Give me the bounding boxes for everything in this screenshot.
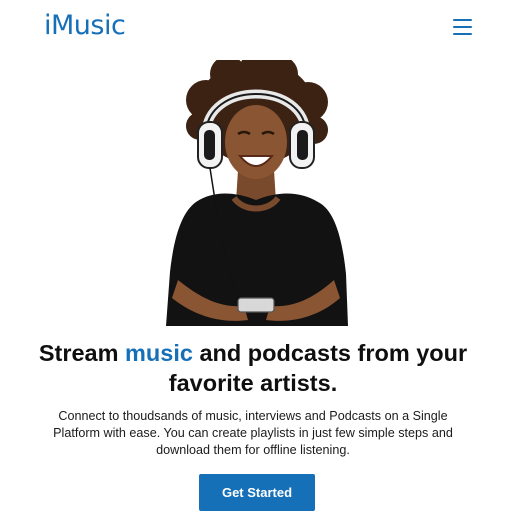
hero-description: Connect to thoudsands of music, intervie… [53,409,453,457]
logo[interactable]: iMusic [44,10,126,41]
headline-text-start: Stream [38,340,126,366]
hero-headline: Stream music and podcasts from your favo… [0,338,506,398]
landing-page: iMusic Stream music and podcasts from yo… [0,0,506,517]
hamburger-menu-icon[interactable] [453,18,474,36]
get-started-button[interactable]: Get Started [199,474,315,511]
header: iMusic [0,0,506,56]
headline-text-end: and podcasts from your favorite artists. [168,340,468,396]
hero-image [166,60,348,326]
headline-accent-word: music [125,340,193,366]
